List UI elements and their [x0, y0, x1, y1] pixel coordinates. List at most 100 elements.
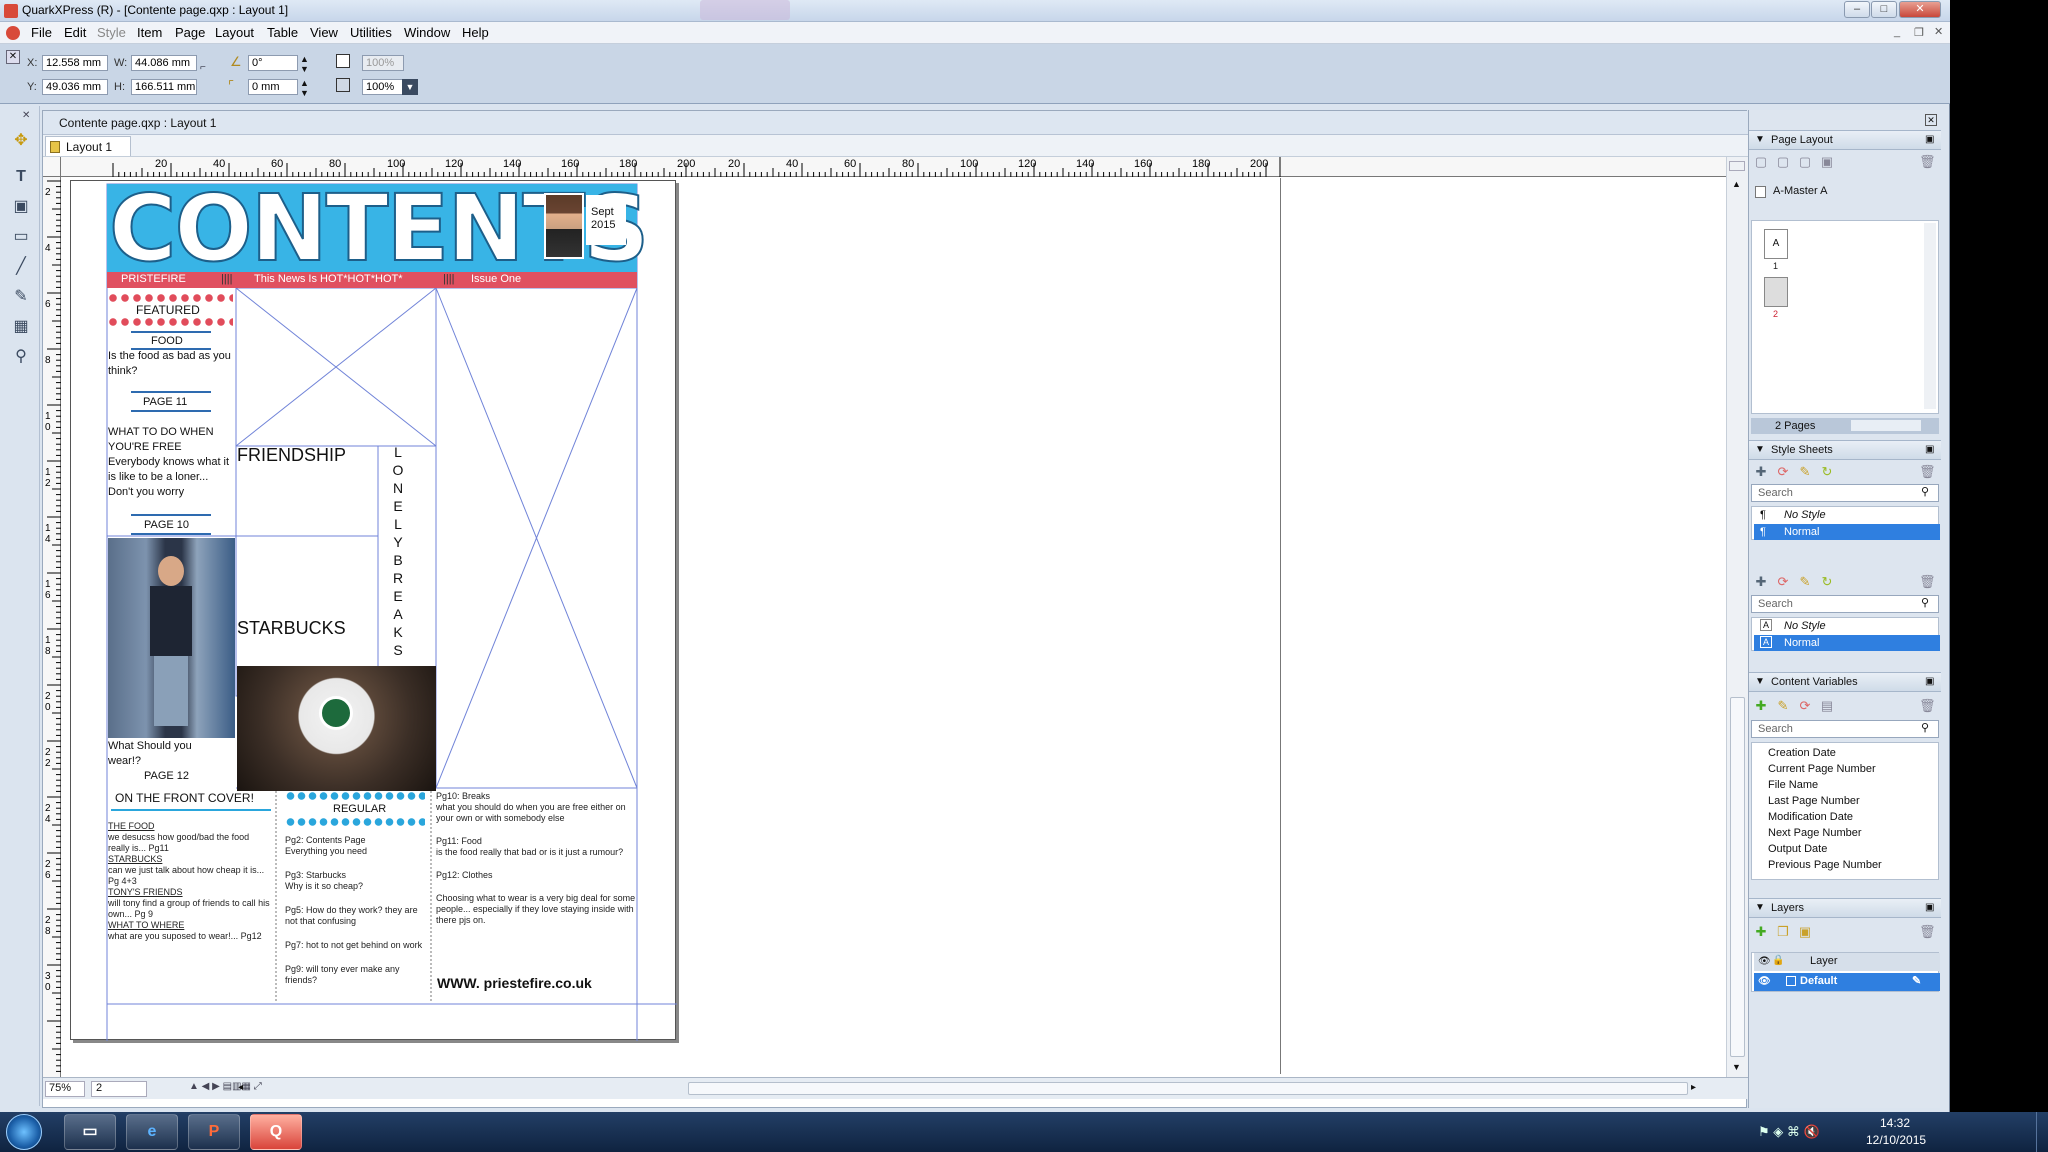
content-variable-item[interactable]: Modification Date	[1754, 809, 1940, 825]
thumbs-scrollbar[interactable]	[1924, 223, 1936, 409]
menu-window[interactable]: Window	[404, 25, 450, 40]
line-tool-icon[interactable]: ╱	[8, 254, 34, 280]
layout-tab[interactable]: Layout 1	[45, 136, 131, 156]
student-photo[interactable]	[108, 538, 235, 738]
apply-master-icon[interactable]: ▢	[1797, 154, 1813, 170]
para-styles-search[interactable]: Search	[1751, 484, 1939, 502]
menu-help[interactable]: Help	[462, 25, 489, 40]
hscroll-left-arrow[interactable]: ◂	[238, 1082, 243, 1093]
char-style-no-style[interactable]: A No Style	[1754, 618, 1940, 634]
content-variables-search[interactable]: Search	[1751, 720, 1939, 738]
y-field[interactable]: 49.036 mm	[42, 79, 108, 95]
item-tool-icon[interactable]: ✥	[8, 128, 34, 154]
menu-table[interactable]: Table	[267, 25, 298, 40]
new-style-icon[interactable]: ✚	[1753, 464, 1769, 480]
measure-close-icon[interactable]: ✕	[6, 50, 20, 64]
content-variables-header[interactable]: ▼ Content Variables ▣	[1749, 672, 1941, 692]
clock-date[interactable]: 12/10/2015	[1866, 1133, 1926, 1147]
h-field[interactable]: 166.511 mm	[131, 79, 197, 95]
quark-menu-icon[interactable]	[6, 26, 20, 40]
convert-variable-icon[interactable]: ⟳	[1797, 698, 1813, 714]
para-style-normal[interactable]: ¶ Normal	[1754, 524, 1940, 540]
palette-menu-icon-3[interactable]: ▣	[1925, 676, 1934, 687]
opacity-field-1[interactable]: 100%	[362, 55, 404, 71]
angle-stepper[interactable]: ▲ ▼	[300, 54, 309, 74]
menu-style[interactable]: Style	[97, 25, 126, 40]
update-style-icon[interactable]: ↻	[1819, 464, 1835, 480]
tray-icons[interactable]: ⚑ ◈ ⌘ 🔇	[1758, 1124, 1820, 1140]
layout-page[interactable]: CONTENTS Sept 2015 PRISTEFIRE |||| This …	[70, 174, 677, 1041]
maximize-button[interactable]: □	[1871, 1, 1897, 18]
delete-style-icon[interactable]: 🗑	[1919, 464, 1936, 480]
doc-restore-icon[interactable]: ❐	[1914, 26, 1924, 39]
char-styles-search[interactable]: Search	[1751, 595, 1939, 613]
layer-default[interactable]: 👁 Default ✎	[1754, 973, 1940, 991]
menu-layout[interactable]: Layout	[215, 25, 254, 40]
pencil-icon-2[interactable]: ✎	[1797, 574, 1813, 590]
start-button[interactable]	[6, 1114, 42, 1150]
taskbar-internet-explorer[interactable]: e	[126, 1114, 178, 1150]
duplicate-layer-icon[interactable]: ❐	[1775, 924, 1791, 940]
menu-file[interactable]: File	[31, 25, 52, 40]
menu-item[interactable]: Item	[137, 25, 162, 40]
duplicate-page-icon[interactable]: ▢	[1775, 154, 1791, 170]
update-char-style-icon[interactable]: ↻	[1819, 574, 1835, 590]
page-number-field[interactable]: 2	[91, 1081, 147, 1097]
delete-layer-icon[interactable]: 🗑	[1919, 924, 1936, 940]
palette-menu-icon[interactable]: ▣	[1925, 134, 1934, 145]
horizontal-ruler[interactable]: 20 40 60 80 100 120 140 160 180 200 20 40 60 80 100 120…	[61, 157, 1726, 177]
layer-edit-icon[interactable]: ✎	[1912, 973, 1921, 989]
palette-menu-icon-2[interactable]: ▣	[1925, 444, 1934, 455]
new-char-style-icon[interactable]: ✚	[1753, 574, 1769, 590]
picture-icon[interactable]	[336, 78, 350, 92]
content-variable-item[interactable]: Current Page Number	[1754, 761, 1940, 777]
palettes-close-icon[interactable]: ✕	[1925, 114, 1937, 126]
new-page-icon[interactable]: ▢	[1753, 154, 1769, 170]
scroll-up-arrow[interactable]: ▲	[1732, 179, 1741, 189]
style-sheets-header[interactable]: ▼ Style Sheets ▣	[1749, 440, 1941, 460]
delete-variable-icon[interactable]: 🗑	[1919, 698, 1936, 714]
page1-thumb[interactable]: A	[1764, 229, 1788, 259]
content-variable-item[interactable]: Last Page Number	[1754, 793, 1940, 809]
menu-edit[interactable]: Edit	[64, 25, 86, 40]
char-style-normal[interactable]: A Normal	[1754, 635, 1940, 651]
page-layout-header[interactable]: ▼ Page Layout ▣	[1749, 130, 1941, 150]
picture-content-tool-icon[interactable]: ▣	[8, 194, 34, 220]
clock-time[interactable]: 14:32	[1880, 1116, 1910, 1130]
menu-utilities[interactable]: Utilities	[350, 25, 392, 40]
content-variable-item[interactable]: Creation Date	[1754, 745, 1940, 761]
zoom-tool-icon[interactable]: ⚲	[8, 344, 34, 370]
search-icon-3[interactable]: ⚲	[1921, 721, 1929, 734]
page-nav-controls[interactable]: ▲ ◀ ▶ ▤▥▦ ⤢	[189, 1081, 262, 1092]
x-field[interactable]: 12.558 mm	[42, 55, 108, 71]
show-desktop-button[interactable]	[2036, 1112, 2048, 1152]
scroll-thumb[interactable]	[1730, 697, 1745, 1057]
layers-header[interactable]: ▼ Layers ▣	[1749, 898, 1941, 918]
vertical-ruler[interactable]: 2 4 6 8 1 0 1 2 1 4 1 6 1 8 2 0 2 2 2 4 2 6 2 8 3 0	[43, 177, 61, 1077]
menu-page[interactable]: Page	[175, 25, 205, 40]
coffee-cup-photo[interactable]	[237, 666, 436, 791]
merge-layer-icon[interactable]: ▣	[1797, 924, 1813, 940]
content-variable-item[interactable]: File Name	[1754, 777, 1940, 793]
hscroll-right-arrow[interactable]: ▸	[1691, 1082, 1696, 1093]
add-variable-icon[interactable]: ✚	[1753, 698, 1769, 714]
content-variable-item[interactable]: Output Date	[1754, 841, 1940, 857]
content-variable-item[interactable]: Previous Page Number	[1754, 857, 1940, 873]
link-proportions-icon[interactable]: ⌐	[200, 62, 206, 73]
close-button[interactable]: ✕	[1899, 1, 1941, 18]
minimize-button[interactable]: –	[1844, 1, 1870, 18]
opacity-field-2[interactable]: 100%	[362, 79, 404, 95]
master-a[interactable]: A-Master A	[1773, 184, 1827, 199]
doc-minimize-icon[interactable]: _	[1894, 26, 1900, 38]
scroll-down-arrow[interactable]: ▼	[1732, 1062, 1741, 1072]
content-variable-item[interactable]: Next Page Number	[1754, 825, 1940, 841]
pages-scroll[interactable]	[1851, 420, 1921, 431]
delete-char-style-icon[interactable]: 🗑	[1919, 574, 1936, 590]
taskbar-explorer[interactable]: ▭	[64, 1114, 116, 1150]
zoom-field[interactable]: 75%	[45, 1081, 85, 1097]
menu-view[interactable]: View	[310, 25, 338, 40]
search-icon[interactable]: ⚲	[1921, 485, 1929, 498]
edit-char-style-icon[interactable]: ⟳	[1775, 574, 1791, 590]
text-content-tool-icon[interactable]: T	[8, 164, 34, 190]
angle-field[interactable]: 0°	[248, 55, 298, 71]
